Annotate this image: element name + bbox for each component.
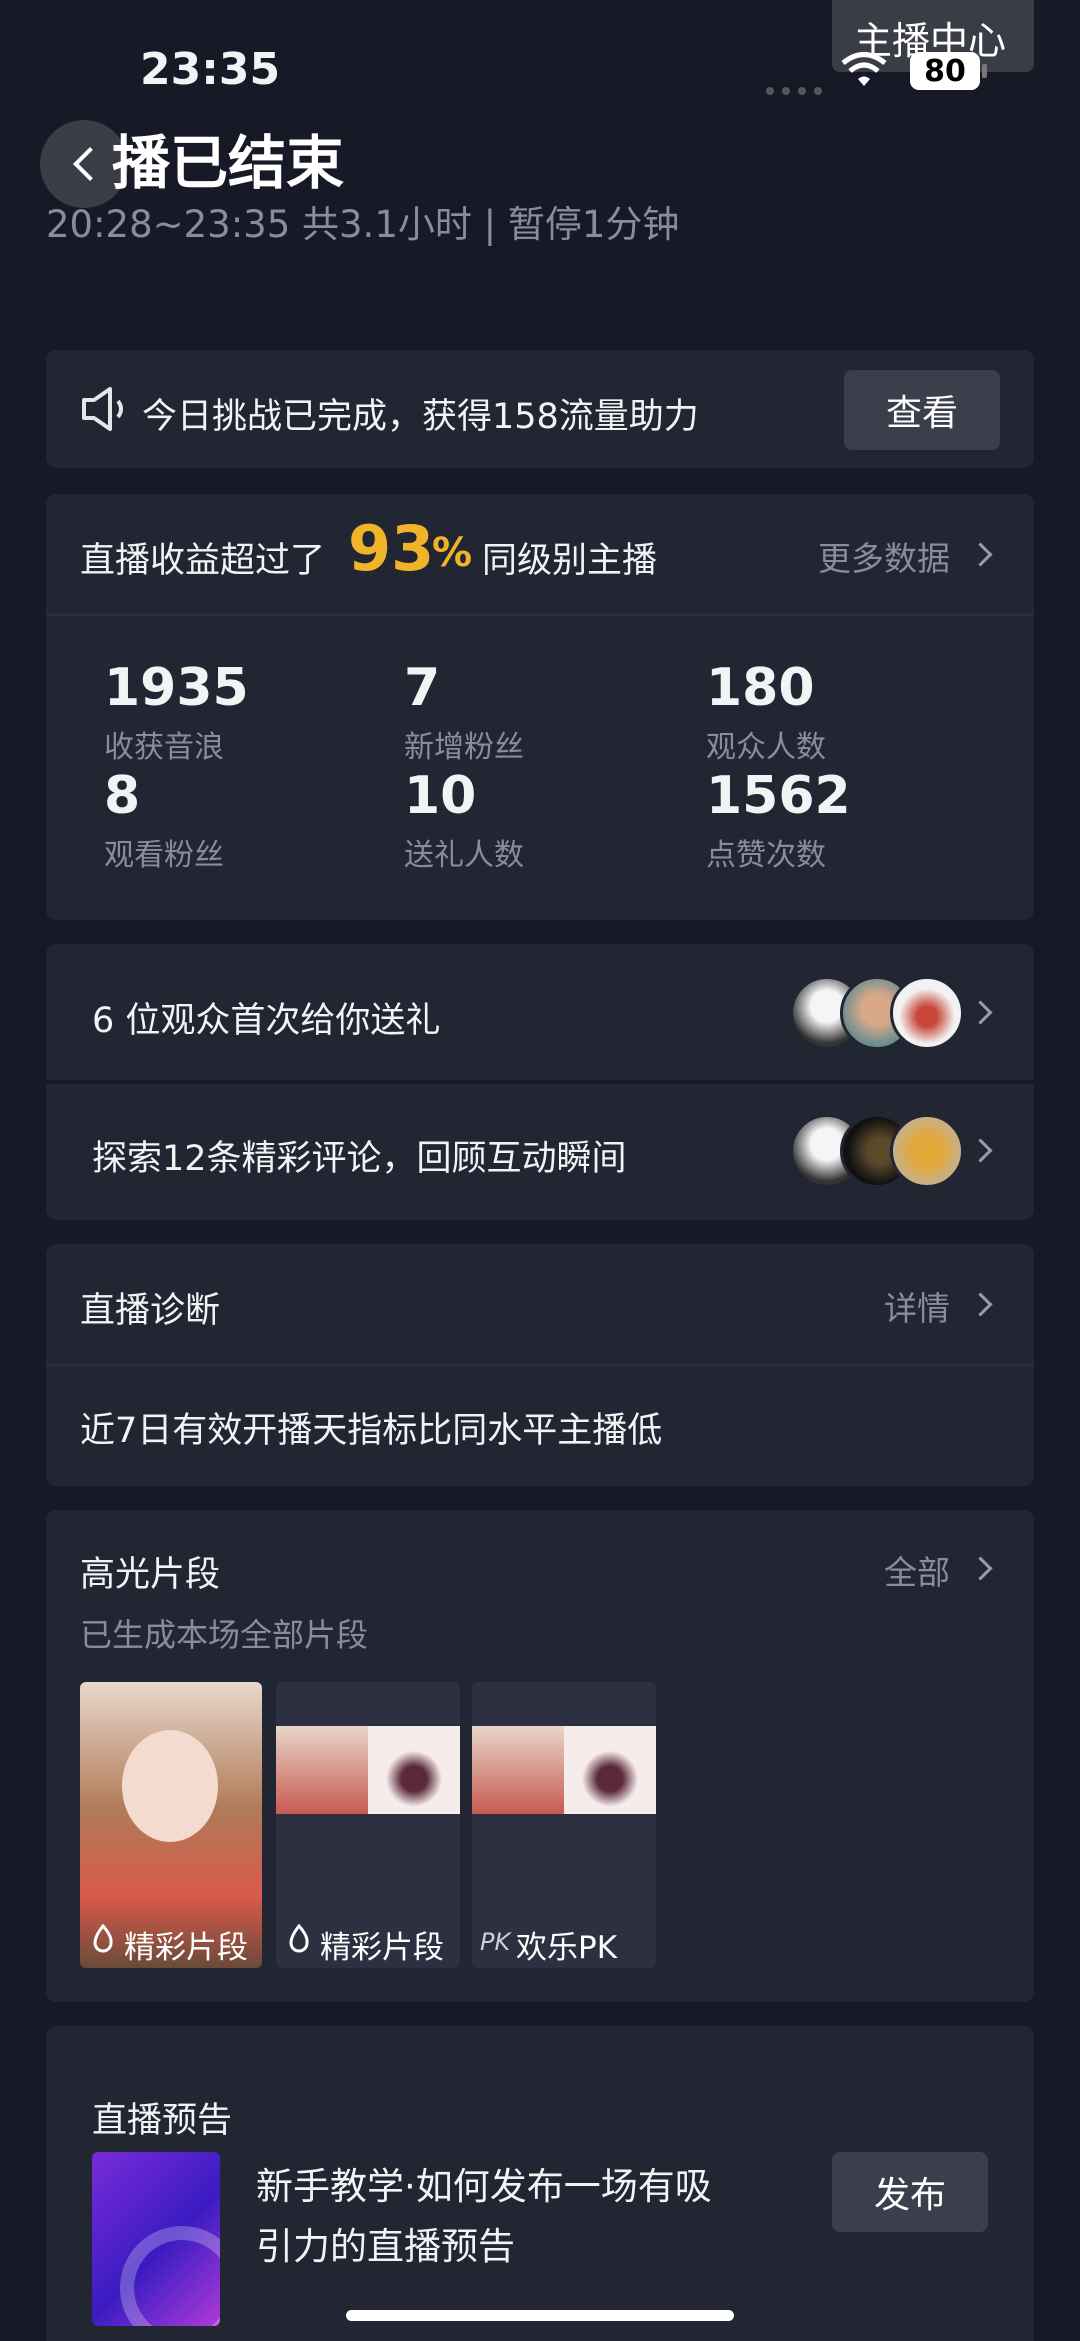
highlights-title: 高光片段 <box>80 1555 221 1595</box>
avatar <box>890 1114 964 1188</box>
chevron-right-icon <box>968 1292 993 1317</box>
stat-value: 1935 <box>104 658 249 718</box>
signal-dots-icon <box>766 80 822 95</box>
diagnosis-title: 直播诊断 <box>80 1291 221 1331</box>
stat-label: 新增粉丝 <box>404 730 524 765</box>
stat-label: 点赞次数 <box>706 838 826 873</box>
highlight-clip[interactable]: 精彩片段 <box>276 1682 460 1968</box>
flame-icon <box>90 1923 116 1958</box>
stat-label: 观众人数 <box>706 730 826 765</box>
clip-frame-right <box>564 1726 656 1814</box>
publish-button[interactable]: 发布 <box>832 2152 988 2232</box>
earnings-percent-sign: % <box>432 530 473 576</box>
battery-tip-icon <box>982 64 987 78</box>
divider <box>46 1364 1034 1366</box>
clip-label: 精彩片段 <box>124 1930 248 1966</box>
comments-row[interactable]: 探索12条精彩评论，回顾互动瞬间 <box>46 1084 1034 1220</box>
stat-value: 180 <box>706 658 815 718</box>
chevron-left-icon <box>73 147 107 181</box>
first-gift-row[interactable]: 6 位观众首次给你送礼 <box>46 944 1034 1080</box>
highlight-clip[interactable]: 精彩片段 <box>80 1682 262 1968</box>
stat-label: 收获音浪 <box>104 730 224 765</box>
more-data-label: 更多数据 <box>818 539 950 578</box>
speaker-icon <box>80 386 130 436</box>
preview-card: 直播预告 新手教学·如何发布一场有吸 引力的直播预告 发布 <box>46 2026 1034 2341</box>
earnings-percent: 93 <box>348 512 435 585</box>
earnings-card: 直播收益超过了 93 % 同级别主播 更多数据 1935 收获音浪 7 新增粉丝… <box>46 494 1034 920</box>
session-time: 20:28~23:35 共3.1小时 | 暂停1分钟 <box>46 203 680 246</box>
diagnosis-message: 近7日有效开播天指标比同水平主播低 <box>80 1411 663 1451</box>
wifi-icon <box>840 50 888 92</box>
clip-frame-left <box>472 1726 564 1814</box>
stat-value: 10 <box>404 766 477 826</box>
preview-title: 直播预告 <box>92 2101 233 2141</box>
stat-label: 观看粉丝 <box>104 838 224 873</box>
clip-face <box>122 1730 218 1842</box>
chevron-right-icon <box>968 542 993 567</box>
clip-frame-left <box>276 1726 368 1814</box>
page-title: 播已结束 <box>112 129 345 197</box>
highlight-clip[interactable]: PK 欢乐PK <box>472 1682 656 1968</box>
flame-icon <box>286 1923 312 1958</box>
stat-value: 7 <box>404 658 441 718</box>
first-gift-text: 6 位观众首次给你送礼 <box>92 1001 441 1041</box>
battery-icon: 80 <box>910 52 980 90</box>
stat-label: 送礼人数 <box>404 838 524 873</box>
chevron-right-icon <box>968 1000 993 1025</box>
diagnosis-detail-label: 详情 <box>884 1289 950 1328</box>
challenge-card: 今日挑战已完成，获得158流量助力 查看 <box>46 350 1034 468</box>
clip-label: 欢乐PK <box>516 1930 618 1966</box>
challenge-text: 今日挑战已完成，获得158流量助力 <box>142 397 699 437</box>
earnings-suffix: 同级别主播 <box>482 541 658 581</box>
diagnosis-card: 直播诊断 详情 近7日有效开播天指标比同水平主播低 <box>46 1244 1034 1486</box>
clip-label: 精彩片段 <box>320 1930 444 1966</box>
home-indicator <box>346 2310 734 2321</box>
chevron-right-icon <box>968 1556 993 1581</box>
clip-frame-right <box>368 1726 460 1814</box>
view-button[interactable]: 查看 <box>844 370 1000 450</box>
earnings-prefix: 直播收益超过了 <box>80 541 326 581</box>
comments-text: 探索12条精彩评论，回顾互动瞬间 <box>92 1139 627 1179</box>
preview-line2: 引力的直播预告 <box>256 2225 515 2268</box>
battery-level: 80 <box>924 53 966 89</box>
pk-badge: PK <box>480 1928 511 1956</box>
thumbnail-ring <box>120 2226 220 2326</box>
stat-value: 8 <box>104 766 141 826</box>
highlights-all-label: 全部 <box>884 1553 950 1592</box>
highlights-subtitle: 已生成本场全部片段 <box>80 1616 369 1654</box>
status-time: 23:35 <box>140 44 281 95</box>
preview-thumbnail <box>92 2152 220 2326</box>
stat-value: 1562 <box>706 766 851 826</box>
divider <box>46 614 1034 616</box>
preview-line1: 新手教学·如何发布一场有吸 <box>256 2165 712 2208</box>
avatar <box>890 976 964 1050</box>
chevron-right-icon <box>968 1138 993 1163</box>
highlights-card: 高光片段 全部 已生成本场全部片段 精彩片段 精彩片段 PK 欢乐PK <box>46 1510 1034 2002</box>
